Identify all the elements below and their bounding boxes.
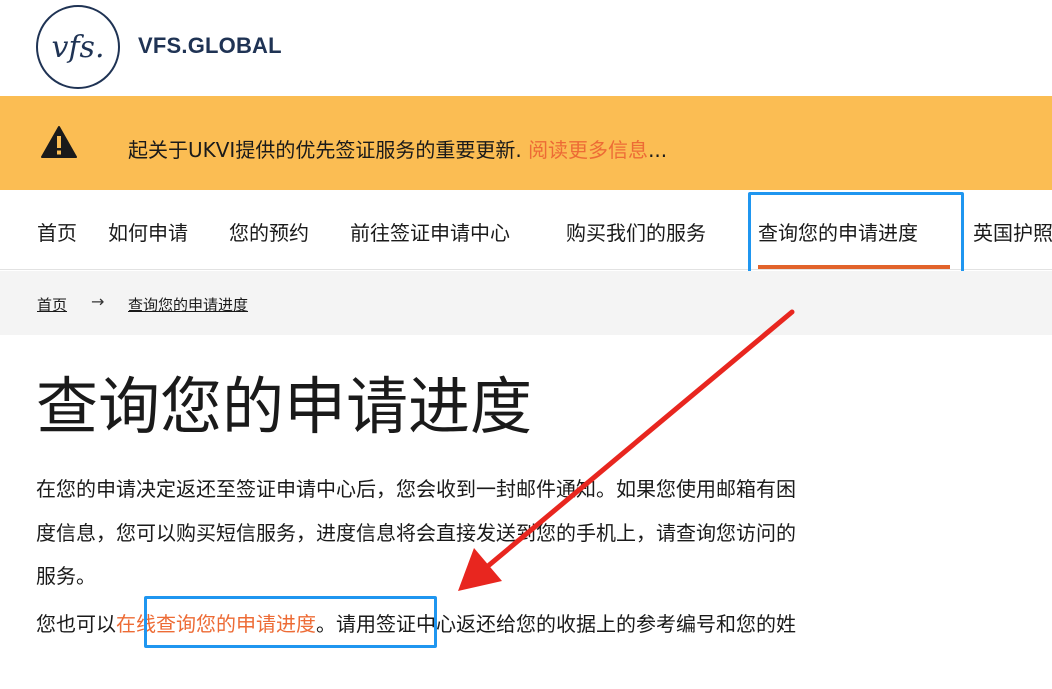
annotation-arrow-icon (458, 309, 795, 591)
